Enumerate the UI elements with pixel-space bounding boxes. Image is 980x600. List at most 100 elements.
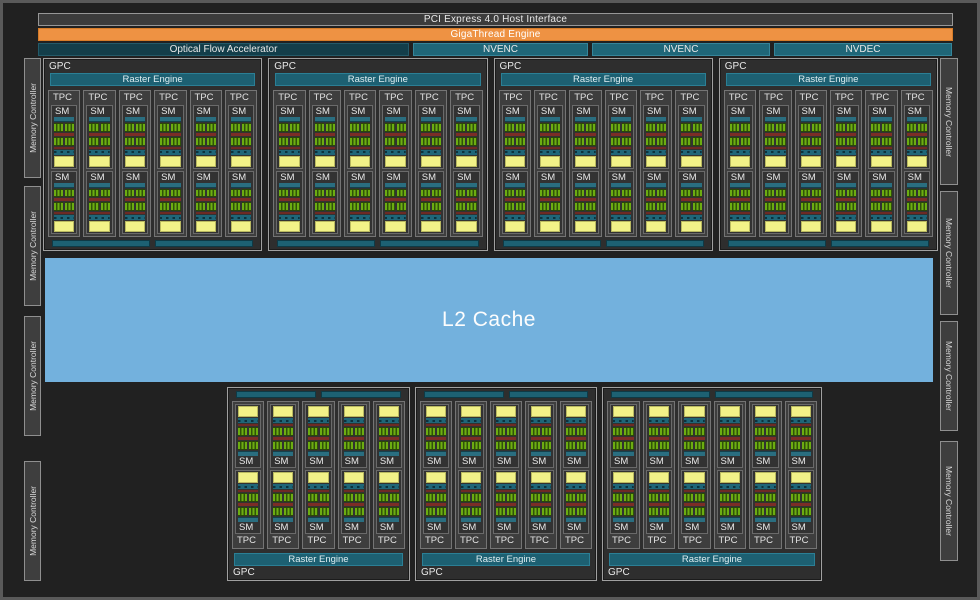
- memory-controller-label: Memory Controller: [944, 87, 954, 157]
- tpc-label: TPC: [227, 92, 255, 104]
- sm-divider-bar: [308, 437, 328, 440]
- sm-label: SM: [728, 106, 752, 117]
- sm-core-grid: [730, 137, 750, 146]
- sm-header-bar: [646, 183, 666, 188]
- sm-core-grid: [344, 441, 364, 450]
- core-stripe-block: [101, 123, 110, 132]
- core-stripe-block: [426, 441, 435, 450]
- sm-divider-bar: [907, 133, 927, 136]
- core-stripe-block: [586, 189, 595, 198]
- core-stripe-block: [566, 441, 575, 450]
- sm-cache-block: [681, 156, 701, 167]
- sm-label: SM: [123, 106, 147, 117]
- sm-divider-bar: [344, 503, 364, 506]
- tpc-label: TPC: [304, 535, 332, 547]
- sm-block: SM: [423, 404, 449, 468]
- tpc-label: TPC: [269, 535, 297, 547]
- sm-cache-block: [613, 406, 634, 417]
- sm-core-grid: [505, 189, 525, 198]
- sm-cache-block: [273, 406, 293, 417]
- sm-divider-bar: [755, 437, 776, 440]
- core-stripe-block: [350, 137, 359, 146]
- sm-label: SM: [494, 522, 518, 533]
- sm-core-grid: [540, 189, 560, 198]
- sm-core-grid: [421, 202, 441, 211]
- sm-divider-bar: [54, 133, 74, 136]
- core-stripe-block: [720, 507, 729, 516]
- sm-label: SM: [459, 522, 483, 533]
- sm-header-bar: [350, 183, 370, 188]
- sm-divider-bar: [681, 198, 701, 201]
- sm-block: SM: [678, 105, 704, 169]
- core-stripe-block: [847, 123, 856, 132]
- sm-core-grid: [613, 493, 634, 502]
- tpc-label: TPC: [562, 535, 590, 547]
- core-stripe-block: [531, 427, 540, 436]
- sm-dashed-bar: [646, 215, 666, 220]
- sm-header-bar: [89, 183, 109, 188]
- sm-dashed-bar: [421, 215, 441, 220]
- core-stripe-block: [355, 441, 364, 450]
- sm-core-grid: [575, 137, 595, 146]
- core-stripe-block: [290, 189, 299, 198]
- sm-dashed-bar: [273, 418, 293, 423]
- core-stripe-block: [731, 493, 740, 502]
- sm-header-bar: [907, 183, 927, 188]
- sm-dashed-bar: [231, 150, 251, 155]
- sm-divider-bar-thin: [421, 212, 441, 214]
- sm-dashed-bar: [613, 418, 634, 423]
- sm-cache-block: [461, 472, 481, 483]
- sm-divider-bar: [611, 133, 631, 136]
- sm-core-grid: [125, 137, 145, 146]
- sm-divider-bar: [238, 503, 258, 506]
- sm-label: SM: [383, 172, 407, 183]
- sm-dashed-bar: [505, 150, 525, 155]
- core-stripe-block: [907, 202, 916, 211]
- sm-block: SM: [608, 171, 634, 235]
- tpc-block: SMSMTPC: [338, 401, 370, 549]
- sm-divider-bar-thin: [196, 147, 216, 149]
- sm-dashed-bar: [426, 418, 446, 423]
- sm-cache-block: [456, 221, 476, 232]
- core-stripe-block: [577, 441, 586, 450]
- core-stripe-block: [379, 427, 388, 436]
- sm-block: SM: [228, 171, 254, 235]
- sm-core-grid: [350, 123, 370, 132]
- sm-block: SM: [347, 105, 373, 169]
- core-stripe-block: [437, 507, 446, 516]
- core-stripe-block: [421, 202, 430, 211]
- tpc-block: TPCSMSM: [48, 90, 80, 237]
- raster-engine-bar: Raster Engine: [422, 553, 590, 566]
- sm-core-grid: [279, 202, 299, 211]
- sm-divider-bar-thin: [907, 147, 927, 149]
- raster-engine-bar: Raster Engine: [609, 553, 815, 566]
- sm-dashed-bar: [385, 215, 405, 220]
- gpc-frame: GPCRaster EngineTPCSMSMTPCSMSMTPCSMSMTPC…: [43, 58, 262, 251]
- gpc-label: GPC: [231, 566, 406, 579]
- sm-core-grid: [273, 507, 293, 516]
- sm-core-grid: [684, 493, 705, 502]
- core-stripe-block: [551, 123, 560, 132]
- tpc-block: TPCSMSM: [901, 90, 933, 237]
- sm-divider-bar-thin: [540, 147, 560, 149]
- tpc-block: TPCSMSM: [415, 90, 447, 237]
- core-stripe-block: [290, 137, 299, 146]
- sm-divider-bar-thin: [456, 212, 476, 214]
- sm-core-grid: [646, 202, 666, 211]
- core-stripe-block: [657, 189, 666, 198]
- sm-core-grid: [540, 123, 560, 132]
- sm-divider-bar-thin: [196, 212, 216, 214]
- core-stripe-block: [542, 441, 551, 450]
- sm-divider-bar-thin: [720, 490, 741, 492]
- core-stripe-block: [89, 202, 98, 211]
- sm-divider-bar-thin: [730, 147, 750, 149]
- sm-divider-bar-thin: [54, 147, 74, 149]
- sm-divider-bar: [566, 437, 586, 440]
- core-stripe-block: [720, 493, 729, 502]
- sm-dashed-bar: [344, 418, 364, 423]
- core-stripe-block: [812, 123, 821, 132]
- sm-cache-block: [505, 221, 525, 232]
- sm-dashed-bar: [125, 150, 145, 155]
- sm-label: SM: [564, 456, 588, 467]
- sm-divider-bar: [89, 198, 109, 201]
